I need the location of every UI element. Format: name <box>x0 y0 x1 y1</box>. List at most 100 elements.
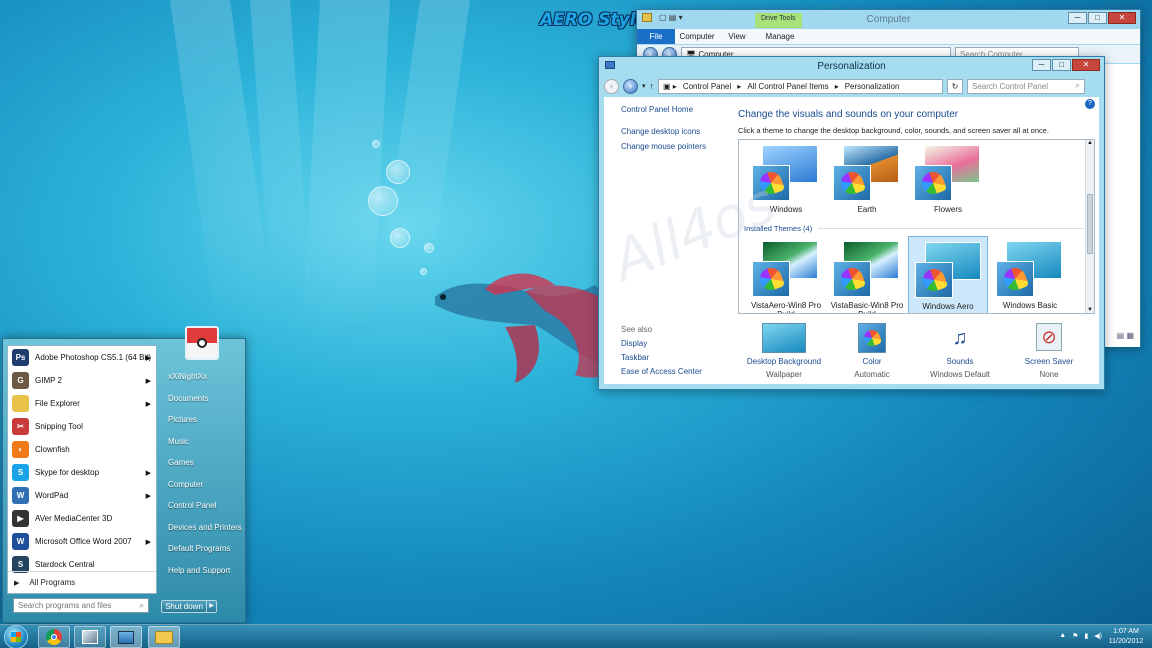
minimize-button[interactable]: ─ <box>1032 59 1051 71</box>
control-panel-search-box[interactable]: Search Control Panel ⌕ <box>967 78 1086 94</box>
program-item[interactable]: G GIMP 2 ▶ <box>8 369 156 392</box>
tab-file[interactable]: File <box>637 29 675 44</box>
ease-of-access-link[interactable]: Ease of Access Center <box>621 367 731 376</box>
back-button[interactable]: ‹ <box>604 78 619 94</box>
submenu-arrow-icon[interactable]: ▶ <box>146 377 151 385</box>
screen-saver-link[interactable]: Screen Saver <box>1009 357 1089 366</box>
user-name-item[interactable]: xXiNightXx <box>160 366 246 388</box>
change-desktop-icons-link[interactable]: Change desktop icons <box>621 127 731 136</box>
theme-vistabasic[interactable]: VistaBasic-Win8 Pro Build <box>827 239 907 313</box>
minimize-button[interactable]: ─ <box>1068 12 1087 24</box>
submenu-arrow-icon[interactable]: ▶ <box>146 400 151 408</box>
up-arrow-icon[interactable]: ↑ <box>650 81 655 91</box>
program-item[interactable]: ✂ Snipping Tool <box>8 415 156 438</box>
tab-manage[interactable]: Manage <box>757 29 803 44</box>
taskbar-link[interactable]: Taskbar <box>621 353 731 362</box>
scroll-up-icon[interactable]: ▲ <box>1086 140 1094 146</box>
forward-button[interactable]: › <box>623 78 638 94</box>
recent-pages-icon[interactable]: ▾ <box>642 82 646 90</box>
theme-vistaaero[interactable]: VistaAero-Win8 Pro Build <box>746 239 826 313</box>
theme-color-icon <box>833 261 871 297</box>
program-item[interactable]: W WordPad ▶ <box>8 484 156 507</box>
program-label: Snipping Tool <box>35 422 83 431</box>
breadcrumb-all-items[interactable]: All Control Panel Items <box>747 82 828 91</box>
devices-printers-item[interactable]: Devices and Printers <box>160 517 246 539</box>
start-search-box[interactable]: Search programs and files ⌕ <box>13 598 149 613</box>
control-panel-address-bar[interactable]: ▣ ▸ Control Panel ▸ All Control Panel Ite… <box>658 78 944 94</box>
music-item[interactable]: Music <box>160 431 246 453</box>
control-panel-item[interactable]: Control Panel <box>160 495 246 517</box>
taskbar-tool-button[interactable] <box>74 626 106 648</box>
shutdown-button[interactable]: Shut down ▶ <box>161 600 217 613</box>
show-hidden-icons[interactable]: ▲ <box>1059 632 1066 640</box>
theme-gallery[interactable]: Windows Earth Flowers Installed Themes (… <box>738 139 1095 314</box>
view-toggle-icons[interactable]: ▤ ▦ <box>1117 331 1134 340</box>
default-programs-item[interactable]: Default Programs <box>160 538 246 560</box>
breadcrumb-separator-icon: ▸ <box>834 81 839 91</box>
setting-color[interactable]: Color Automatic <box>832 323 912 379</box>
scrollbar-thumb[interactable] <box>1087 194 1093 254</box>
games-item[interactable]: Games <box>160 452 246 474</box>
help-support-item[interactable]: Help and Support <box>160 560 246 582</box>
program-item[interactable]: File Explorer ▶ <box>8 392 156 415</box>
taskbar-explorer-button[interactable] <box>148 626 180 648</box>
theme-color-icon <box>752 261 790 297</box>
control-panel-home-link[interactable]: Control Panel Home <box>621 105 731 114</box>
display-link[interactable]: Display <box>621 339 731 348</box>
program-item[interactable]: Ps Adobe Photoshop CS5.1 (64 Bit) ▶ <box>8 346 156 369</box>
program-item[interactable]: W Microsoft Office Word 2007 ▶ <box>8 530 156 553</box>
program-item[interactable]: S Skype for desktop ▶ <box>8 461 156 484</box>
breadcrumb-personalization[interactable]: Personalization <box>845 82 900 91</box>
tab-view[interactable]: View <box>719 29 755 44</box>
close-button[interactable]: ✕ <box>1108 12 1136 24</box>
sounds-link[interactable]: Sounds <box>920 357 1000 366</box>
flag-icon[interactable]: ⚑ <box>1072 632 1078 640</box>
submenu-arrow-icon[interactable]: ▶ <box>146 492 151 500</box>
program-item[interactable]: ◐ Clownfish <box>8 438 156 461</box>
theme-label: Windows Basic <box>1002 301 1058 310</box>
computer-item[interactable]: Computer <box>160 474 246 496</box>
network-icon[interactable]: ▮ <box>1084 632 1088 640</box>
scroll-down-icon[interactable]: ▼ <box>1086 307 1094 313</box>
computer-titlebar[interactable]: ▢ ▤ ▾ Drive Tools Computer ─ □ ✕ <box>637 10 1140 28</box>
submenu-arrow-icon[interactable]: ▶ <box>146 538 151 546</box>
setting-screen-saver[interactable]: ⊘ Screen Saver None <box>1009 323 1089 379</box>
theme-flowers[interactable]: Flowers <box>908 143 988 218</box>
program-label: File Explorer <box>35 399 80 408</box>
chrome-icon <box>46 629 62 645</box>
desktop-background-link[interactable]: Desktop Background <box>744 357 824 366</box>
clock[interactable]: 1:07 AM 11/20/2012 <box>1104 627 1148 647</box>
program-item[interactable]: ▶ AVer MediaCenter 3D <box>8 507 156 530</box>
theme-windows-basic[interactable]: Windows Basic <box>990 239 1070 313</box>
help-icon[interactable]: ? <box>1085 99 1095 109</box>
personalization-titlebar[interactable]: Personalization ─ □ ✕ <box>599 57 1104 75</box>
taskbar-chrome-button[interactable] <box>38 626 70 648</box>
submenu-arrow-icon[interactable]: ▶ <box>146 354 151 362</box>
shutdown-options-icon[interactable]: ▶ <box>206 601 216 612</box>
color-link[interactable]: Color <box>832 357 912 366</box>
see-also-section: See also Display Taskbar Ease of Access … <box>621 325 731 376</box>
taskbar-control-panel-button[interactable] <box>110 626 142 648</box>
pictures-item[interactable]: Pictures <box>160 409 246 431</box>
start-button[interactable] <box>4 625 28 648</box>
gallery-scrollbar[interactable]: ▲ ▼ <box>1085 140 1094 313</box>
breadcrumb-control-panel[interactable]: Control Panel <box>683 82 731 91</box>
volume-icon[interactable]: ◀) <box>1094 632 1102 640</box>
maximize-button[interactable]: □ <box>1088 12 1107 24</box>
setting-sounds[interactable]: ♫ Sounds Windows Default <box>920 323 1000 379</box>
maximize-button[interactable]: □ <box>1052 59 1071 71</box>
setting-desktop-background[interactable]: Desktop Background Wallpaper <box>744 323 824 379</box>
user-picture[interactable] <box>185 326 219 360</box>
theme-earth[interactable]: Earth <box>827 143 907 218</box>
theme-windows-aero[interactable]: Windows Aero <box>908 236 988 313</box>
change-mouse-pointers-link[interactable]: Change mouse pointers <box>621 142 731 151</box>
close-button[interactable]: ✕ <box>1072 59 1100 71</box>
theme-color-icon <box>914 165 952 201</box>
refresh-button[interactable]: ↻ <box>947 78 964 94</box>
documents-item[interactable]: Documents <box>160 388 246 410</box>
submenu-arrow-icon[interactable]: ▶ <box>146 469 151 477</box>
personalization-title: Personalization <box>817 60 886 72</box>
tab-computer[interactable]: Computer <box>677 29 717 44</box>
all-programs-item[interactable]: ▶ All Programs <box>8 571 156 593</box>
bubble <box>386 160 410 184</box>
